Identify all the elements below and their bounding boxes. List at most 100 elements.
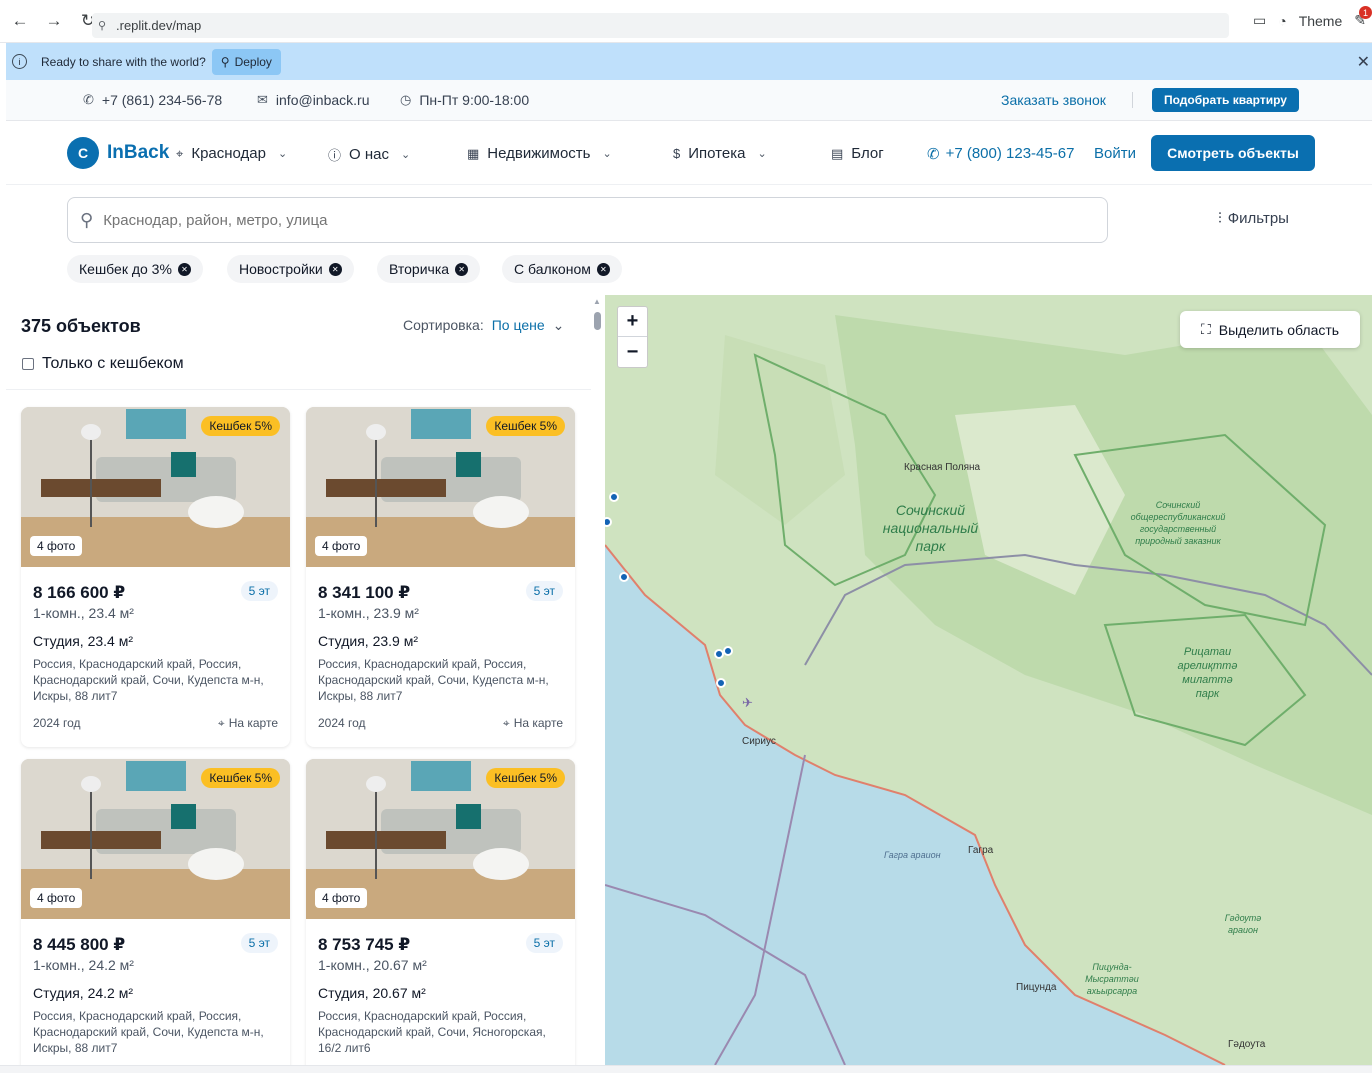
extension-icon[interactable]: ✎ 1 (1354, 6, 1372, 29)
filter-chip-cashback[interactable]: Кешбек до 3% ✕ (67, 255, 203, 283)
theme-label[interactable]: Theme (1299, 13, 1343, 29)
newspaper-icon: ▤ (831, 145, 844, 161)
order-call-link[interactable]: Заказать звонок (1001, 92, 1106, 108)
show-on-map-label: На карте (513, 716, 563, 730)
map-label-gudauta: Гәдоута (1228, 1039, 1266, 1050)
close-icon[interactable]: ✕ (328, 262, 342, 276)
scroll-up-icon[interactable]: ▲ (593, 297, 601, 306)
cashback-badge: Кешбек 5% (486, 416, 565, 436)
pick-apartment-button[interactable]: Подобрать квартиру (1152, 88, 1299, 112)
forward-icon[interactable]: → (40, 7, 68, 35)
sort-selector[interactable]: Сортировка: По цене ⌄ (403, 317, 564, 334)
floor-badge: 5 эт (240, 933, 278, 953)
zoom-in-button[interactable]: + (618, 307, 647, 337)
horizontal-scrollbar[interactable] (0, 1065, 1372, 1073)
notification-badge: 1 (1359, 6, 1372, 19)
search-icon: ⚲ (80, 209, 94, 230)
map-marker[interactable] (714, 649, 724, 659)
map-label-gudauta-district: Гәдоутә араион (1224, 913, 1262, 935)
deploy-banner: i Ready to share with the world? ⚲ Deplo… (6, 43, 1372, 80)
scrollbar-thumb[interactable] (594, 312, 601, 330)
sort-label: Сортировка: (403, 317, 484, 333)
photo-count-badge: 4 фото (30, 536, 83, 556)
price: 8 445 800 ₽ (33, 935, 126, 954)
building-icon: ▦ (467, 145, 480, 161)
nav-realty-label: Недвижимость (487, 145, 591, 162)
address-bar[interactable]: ⚲ .replit.dev/map (92, 13, 1229, 38)
cashback-only-filter[interactable]: Только с кешбеком (22, 355, 184, 373)
close-icon[interactable]: ✕ (1357, 52, 1370, 72)
select-area-label: Выделить область (1218, 321, 1340, 338)
zoom-control: + − (617, 306, 648, 368)
url-text: .replit.dev/map (116, 18, 202, 33)
cashback-badge: Кешбек 5% (201, 416, 280, 436)
map-marker[interactable] (723, 646, 733, 656)
filter-chip-new-buildings[interactable]: Новостройки ✕ (227, 255, 354, 283)
mail-icon: ✉ (257, 92, 268, 107)
search-field[interactable]: ⚲ (67, 197, 1108, 243)
listing-card[interactable]: Кешбек 5% 4 фото 8 166 600 ₽ 5 эт 1-комн… (21, 407, 290, 747)
dollar-icon: $ (673, 146, 681, 161)
sort-value[interactable]: По цене (492, 317, 545, 334)
nav-blog-label: Блог (851, 145, 884, 162)
cashback-only-checkbox[interactable] (22, 358, 34, 370)
search-input[interactable] (103, 211, 1004, 229)
nav-realty[interactable]: ▦ Недвижимость ⌄ (467, 145, 612, 162)
deploy-button[interactable]: ⚲ Deploy (211, 48, 281, 75)
floor-badge: 5 эт (240, 581, 278, 601)
back-icon[interactable]: ← (6, 7, 34, 35)
cast-icon[interactable]: ▭ (1253, 12, 1266, 29)
filters-button[interactable]: ⫶ Фильтры (1218, 210, 1289, 227)
photo-count-badge: 4 фото (315, 536, 368, 556)
chevron-down-icon: ⌄ (277, 148, 288, 160)
deploy-button-label: Deploy (234, 54, 272, 69)
nav-mortgage[interactable]: $ Ипотека ⌄ (673, 145, 767, 162)
map-label-krasnaya-polyana: Красная Поляна (904, 462, 981, 473)
nav-blog[interactable]: ▤ Блог (831, 145, 884, 162)
logo-icon[interactable]: C (67, 137, 99, 169)
photo-count-badge: 4 фото (30, 888, 83, 908)
map-marker[interactable] (609, 492, 619, 502)
clock-icon: ◷ (400, 92, 412, 107)
listing-card[interactable]: Кешбек 5% 4 фото 8 445 800 ₽ 5 эт 1-комн… (21, 759, 290, 1073)
select-area-button[interactable]: ⛶ Выделить область (1180, 311, 1360, 348)
map-marker[interactable] (619, 572, 629, 582)
zoom-out-button[interactable]: − (618, 337, 647, 367)
map-marker[interactable] (716, 678, 726, 688)
nav-about[interactable]: ⓘ О нас ⌄ (328, 145, 410, 164)
map-pin-icon: ⌖ (217, 716, 225, 730)
room-info: 1-комн., 23.9 м² (318, 605, 419, 621)
chip-label: С балконом (514, 261, 591, 277)
topbar-email[interactable]: ✉ info@inback.ru (257, 92, 370, 108)
show-on-map-link[interactable]: ⌖ На карте (503, 716, 563, 731)
room-info: 1-комн., 23.4 м² (33, 605, 134, 621)
show-on-map-label: На карте (228, 716, 278, 730)
address: Россия, Краснодарский край, Россия, Крас… (318, 1009, 546, 1055)
cashback-badge: Кешбек 5% (486, 768, 565, 788)
chip-label: Новостройки (239, 261, 323, 277)
theme-icon[interactable]: ◔ (1278, 13, 1286, 29)
price: 8 753 745 ₽ (318, 935, 411, 954)
show-on-map-link[interactable]: ⌖ На карте (218, 716, 278, 731)
header-phone[interactable]: ✆ +7 (800) 123-45-67 (927, 145, 1074, 163)
deploy-banner-text: Ready to share with the world? (41, 54, 206, 69)
listing-card[interactable]: Кешбек 5% 4 фото 8 753 745 ₽ 5 эт 1-комн… (306, 759, 575, 1073)
info-icon: ⓘ (328, 148, 342, 163)
nav-mortgage-label: Ипотека (688, 145, 746, 162)
site-info-icon[interactable]: ⚲ (98, 19, 112, 33)
topbar-phone[interactable]: ✆ +7 (861) 234-56-78 (83, 92, 222, 108)
map-view[interactable]: + − ⛶ Выделить область Красная Поляна Со… (605, 295, 1372, 1065)
login-link[interactable]: Войти (1094, 145, 1136, 162)
close-icon[interactable]: ✕ (596, 262, 610, 276)
topbar-phone-text: +7 (861) 234-56-78 (101, 92, 223, 108)
logo-text[interactable]: InBack (107, 142, 169, 164)
close-icon[interactable]: ✕ (177, 262, 191, 276)
phone-icon: ✆ (83, 92, 94, 107)
filter-chip-balcony[interactable]: С балконом ✕ (502, 255, 622, 283)
listing-card[interactable]: Кешбек 5% 4 фото 8 341 100 ₽ 5 эт 1-комн… (306, 407, 575, 747)
filter-chip-secondary[interactable]: Вторичка ✕ (377, 255, 481, 283)
close-icon[interactable]: ✕ (455, 262, 469, 276)
city-selector[interactable]: ⌖ Краснодар ⌄ (176, 145, 287, 162)
floor-badge: 5 эт (525, 581, 563, 601)
view-objects-button[interactable]: Смотреть объекты (1151, 135, 1315, 171)
